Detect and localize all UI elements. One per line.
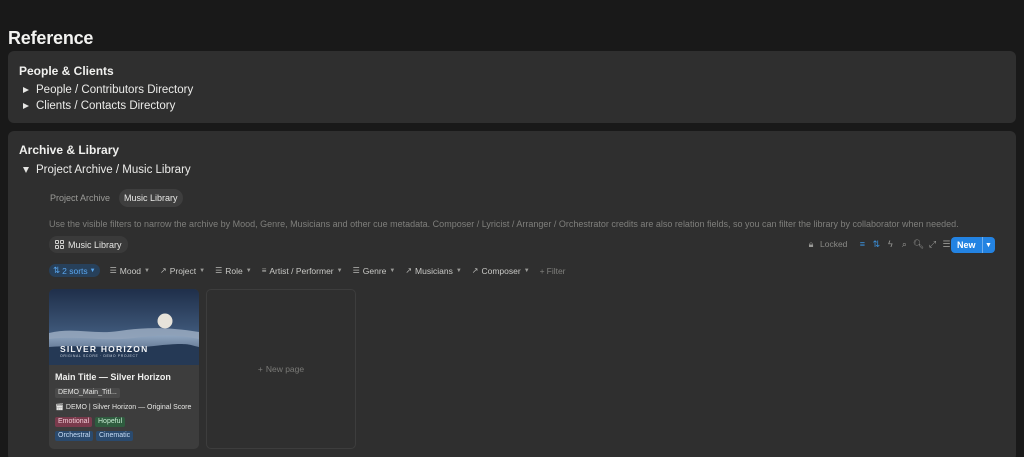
- search-icon[interactable]: ⌕: [899, 239, 909, 249]
- database-view-button[interactable]: Music Library: [49, 236, 128, 253]
- filter-label: Mood: [119, 265, 142, 276]
- filter-artist-performer[interactable]: ≡ Artist / Performer ▼: [262, 266, 343, 276]
- view-tabs: Project Archive Music Library: [45, 189, 183, 207]
- filter-icon[interactable]: ≡: [857, 239, 867, 249]
- gallery-grid-icon: [55, 240, 64, 249]
- lightning-icon[interactable]: ϟ: [885, 239, 895, 249]
- settings-sliders-icon[interactable]: ☰: [941, 239, 951, 249]
- new-page-card[interactable]: + New page: [206, 289, 356, 449]
- filter-musicians[interactable]: ↗ Musicians ▼: [405, 266, 461, 276]
- toggle-project-archive[interactable]: Project Archive / Music Library: [23, 164, 191, 176]
- relation-arrow-icon: ↗: [405, 266, 413, 275]
- filter-label: Genre: [362, 265, 387, 276]
- filter-composer[interactable]: ↗ Composer ▼: [472, 266, 530, 276]
- tag-hopeful: Hopeful: [95, 417, 126, 427]
- new-button-label[interactable]: New: [951, 237, 982, 253]
- filter-bar: ⇅ 2 sorts ▼ ☰ Mood ▼ ↗ Project ▼ ☰ Role …: [49, 264, 566, 277]
- cover-subtitle: ORIGINAL SCORE · DEMO PROJECT: [60, 354, 139, 358]
- zoom-search-icon[interactable]: 🔍︎: [913, 239, 924, 249]
- locked-label[interactable]: Locked: [820, 239, 847, 249]
- filter-role[interactable]: ☰ Role ▼: [215, 266, 252, 276]
- filter-genre[interactable]: ☰ Genre ▼: [353, 266, 396, 276]
- chevron-down-icon: ▼: [89, 267, 96, 274]
- section-title: Archive & Library: [19, 143, 120, 157]
- new-button[interactable]: New ▼: [951, 237, 995, 253]
- plus-icon: +: [539, 265, 545, 276]
- filter-label: Role: [225, 265, 243, 276]
- page-title: Reference: [8, 28, 94, 48]
- section-title: People & Clients: [19, 64, 114, 78]
- filter-project[interactable]: ↗ Project ▼: [160, 266, 205, 276]
- triangle-down-icon[interactable]: [23, 167, 29, 173]
- list-icon: ☰: [215, 266, 223, 275]
- database-description: Use the visible filters to narrow the ar…: [49, 219, 959, 229]
- list-icon: ☰: [352, 266, 360, 275]
- tag-cinematic: Cinematic: [96, 431, 134, 441]
- relation-arrow-icon: ↗: [159, 266, 167, 275]
- filter-label: Composer: [481, 265, 521, 276]
- toggle-people-directory[interactable]: People / Contributors Directory: [23, 84, 193, 96]
- sorts-label: 2 sorts: [62, 265, 88, 276]
- chevron-down-icon: ▼: [144, 267, 150, 274]
- cover-title: SILVER HORIZON: [60, 344, 149, 354]
- card-title: Main Title — Silver Horizon: [55, 372, 171, 382]
- tag-emotional: Emotional: [55, 417, 93, 427]
- chevron-down-icon: ▼: [389, 267, 396, 274]
- archive-library-section: Archive & Library Project Archive / Musi…: [8, 131, 1016, 457]
- project-relation[interactable]: 🎬︎ DEMO | Silver Horizon — Original Scor…: [55, 403, 192, 412]
- lock-icon: 🔒︎: [808, 238, 814, 249]
- chevron-down-icon: ▼: [336, 267, 343, 274]
- list-icon: ☰: [109, 266, 117, 275]
- gallery-card[interactable]: SILVER HORIZON ORIGINAL SCORE · DEMO PRO…: [49, 289, 199, 449]
- triangle-right-icon[interactable]: [23, 103, 29, 109]
- add-filter-button[interactable]: + Filter: [540, 266, 566, 276]
- filter-label: Artist / Performer: [269, 265, 334, 276]
- filter-label: Project: [169, 265, 197, 276]
- chevron-down-icon: ▼: [245, 267, 252, 274]
- toggle-clients-directory[interactable]: Clients / Contacts Directory: [23, 100, 175, 112]
- relation-arrow-icon: ↗: [471, 266, 479, 275]
- database-toolbar: 🔒︎ Locked ≡ ⇅ ϟ ⌕ 🔍︎ ⤢ ☰: [806, 239, 951, 249]
- chevron-down-icon: ▼: [523, 267, 530, 274]
- people-clients-section: People & Clients People / Contributors D…: [8, 51, 1016, 123]
- clapperboard-icon: 🎬︎: [55, 404, 64, 411]
- file-chip[interactable]: DEMO_Main_Titl...: [55, 388, 120, 398]
- chevron-down-icon[interactable]: ▼: [981, 237, 995, 253]
- database-view-label: Music Library: [68, 239, 122, 250]
- toggle-label: Clients / Contacts Directory: [36, 100, 176, 112]
- toggle-label: Project Archive / Music Library: [36, 164, 191, 176]
- triangle-right-icon[interactable]: [23, 87, 29, 93]
- card-cover-image: SILVER HORIZON ORIGINAL SCORE · DEMO PRO…: [49, 289, 199, 365]
- expand-icon[interactable]: ⤢: [927, 239, 937, 249]
- tab-music-library[interactable]: Music Library: [119, 189, 183, 207]
- new-page-label: New page: [265, 364, 305, 374]
- sorts-button[interactable]: ⇅ 2 sorts ▼: [49, 264, 100, 277]
- chevron-down-icon: ▼: [199, 267, 206, 274]
- tag-orchestral: Orchestral: [55, 431, 94, 441]
- text-lines-icon: ≡: [261, 266, 267, 275]
- project-relation-label: DEMO | Silver Horizon — Original Score: [65, 403, 192, 411]
- chevron-down-icon: ▼: [455, 267, 462, 274]
- filter-mood[interactable]: ☰ Mood ▼: [110, 266, 150, 276]
- toggle-label: People / Contributors Directory: [36, 84, 194, 96]
- plus-icon: +: [257, 364, 263, 374]
- tab-project-archive[interactable]: Project Archive: [45, 189, 115, 207]
- sort-icon[interactable]: ⇅: [871, 239, 881, 249]
- add-filter-label: Filter: [546, 265, 566, 276]
- filter-label: Musicians: [415, 265, 453, 276]
- sort-arrows-icon: ⇅: [53, 265, 61, 275]
